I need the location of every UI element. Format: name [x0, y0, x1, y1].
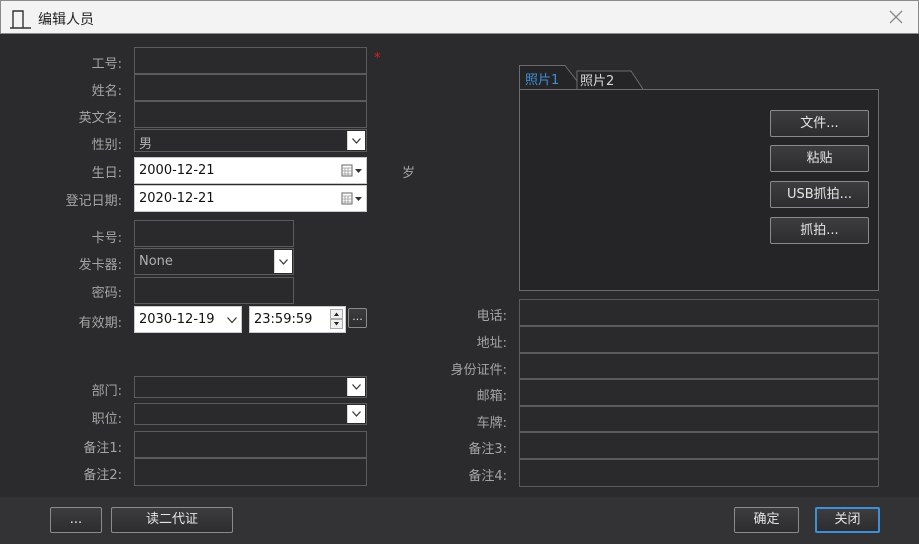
- window-title: 编辑人员: [38, 12, 94, 28]
- english-name-input[interactable]: [134, 101, 367, 128]
- read-id-card-button[interactable]: 读二代证: [111, 507, 233, 533]
- valid-until-label: 有效期:: [78, 316, 122, 331]
- remark1-label: 备注1:: [83, 441, 122, 456]
- work-no-input[interactable]: [134, 47, 367, 74]
- phone-input[interactable]: [519, 299, 879, 326]
- calendar-icon[interactable]: [341, 164, 363, 178]
- birthday-value: 2000-12-21: [139, 163, 215, 178]
- capture-button[interactable]: 抓拍...: [770, 217, 869, 244]
- remark2-input[interactable]: [134, 458, 367, 486]
- remark4-label: 备注4:: [468, 469, 507, 484]
- email-input[interactable]: [519, 379, 879, 406]
- birthday-label: 生日:: [91, 166, 122, 181]
- app-icon: [10, 10, 31, 29]
- remark3-input[interactable]: [519, 432, 879, 459]
- department-label: 部门:: [91, 384, 122, 399]
- issuer-dropdown-button[interactable]: [274, 250, 292, 273]
- name-input[interactable]: [134, 74, 367, 101]
- calendar-icon[interactable]: [341, 192, 363, 206]
- gender-dropdown-button[interactable]: [347, 131, 365, 150]
- required-mark: *: [374, 51, 381, 66]
- age-unit-label: 岁: [402, 166, 416, 181]
- register-date-picker[interactable]: 2020-12-21: [134, 185, 367, 212]
- email-label: 邮箱:: [476, 389, 507, 404]
- phone-label: 电话:: [476, 309, 507, 324]
- valid-date-value: 2030-12-19: [139, 312, 215, 327]
- tab-photo2[interactable]: 照片2: [580, 70, 614, 89]
- remark2-label: 备注2:: [83, 468, 122, 483]
- issuer-select[interactable]: None: [134, 248, 294, 275]
- paste-button[interactable]: 粘贴: [770, 145, 869, 172]
- close-icon[interactable]: [886, 7, 906, 27]
- valid-time-input[interactable]: 23:59:59: [249, 306, 346, 333]
- valid-more-button[interactable]: ...: [348, 308, 367, 328]
- footer-bar: ... 读二代证 确定 关闭: [0, 497, 919, 544]
- register-date-value: 2020-12-21: [139, 191, 215, 206]
- issuer-label: 发卡器:: [78, 258, 122, 273]
- id-card-input[interactable]: [519, 353, 879, 379]
- remark4-input[interactable]: [519, 459, 879, 487]
- file-button[interactable]: 文件...: [770, 110, 869, 137]
- gender-label: 性别:: [91, 138, 122, 153]
- password-label: 密码:: [91, 286, 122, 301]
- ok-button[interactable]: 确定: [734, 507, 799, 533]
- issuer-value: None: [139, 254, 173, 269]
- work-no-label: 工号:: [91, 57, 122, 72]
- photo-panel: 文件... 粘贴 USB抓拍... 抓拍...: [519, 89, 879, 291]
- address-label: 地址:: [476, 336, 507, 351]
- address-input[interactable]: [519, 326, 879, 353]
- id-card-label: 身份证件:: [450, 363, 507, 378]
- valid-time-value: 23:59:59: [254, 312, 313, 327]
- title-bar: 编辑人员: [0, 0, 919, 34]
- gender-value: 男: [139, 137, 153, 152]
- remark1-input[interactable]: [134, 431, 367, 458]
- chevron-down-icon: [352, 411, 361, 417]
- chevron-down-icon[interactable]: [227, 317, 237, 324]
- card-no-input[interactable]: [134, 220, 294, 247]
- card-no-label: 卡号:: [91, 231, 122, 246]
- tab-photo1[interactable]: 照片1: [525, 69, 559, 88]
- close-button[interactable]: 关闭: [815, 507, 880, 533]
- position-label: 职位:: [91, 412, 122, 427]
- time-spinner-icon[interactable]: [330, 309, 343, 329]
- name-label: 姓名:: [91, 84, 122, 99]
- department-dropdown-button[interactable]: [347, 378, 365, 396]
- remark3-label: 备注3:: [468, 442, 507, 457]
- department-select[interactable]: [134, 376, 367, 398]
- password-input[interactable]: [134, 277, 294, 304]
- chevron-down-icon: [352, 137, 361, 144]
- position-dropdown-button[interactable]: [347, 405, 365, 423]
- birthday-picker[interactable]: 2000-12-21: [134, 157, 367, 184]
- plate-input[interactable]: [519, 406, 879, 432]
- usb-capture-button[interactable]: USB抓拍...: [770, 181, 869, 208]
- more-button[interactable]: ...: [50, 507, 102, 533]
- valid-date-picker[interactable]: 2030-12-19: [134, 306, 242, 333]
- gender-select[interactable]: 男: [134, 129, 367, 152]
- register-date-label: 登记日期:: [65, 194, 122, 209]
- chevron-down-icon: [352, 384, 361, 390]
- english-name-label: 英文名:: [78, 111, 122, 126]
- chevron-down-icon: [279, 258, 288, 265]
- position-select[interactable]: [134, 403, 367, 425]
- plate-label: 车牌:: [476, 416, 507, 431]
